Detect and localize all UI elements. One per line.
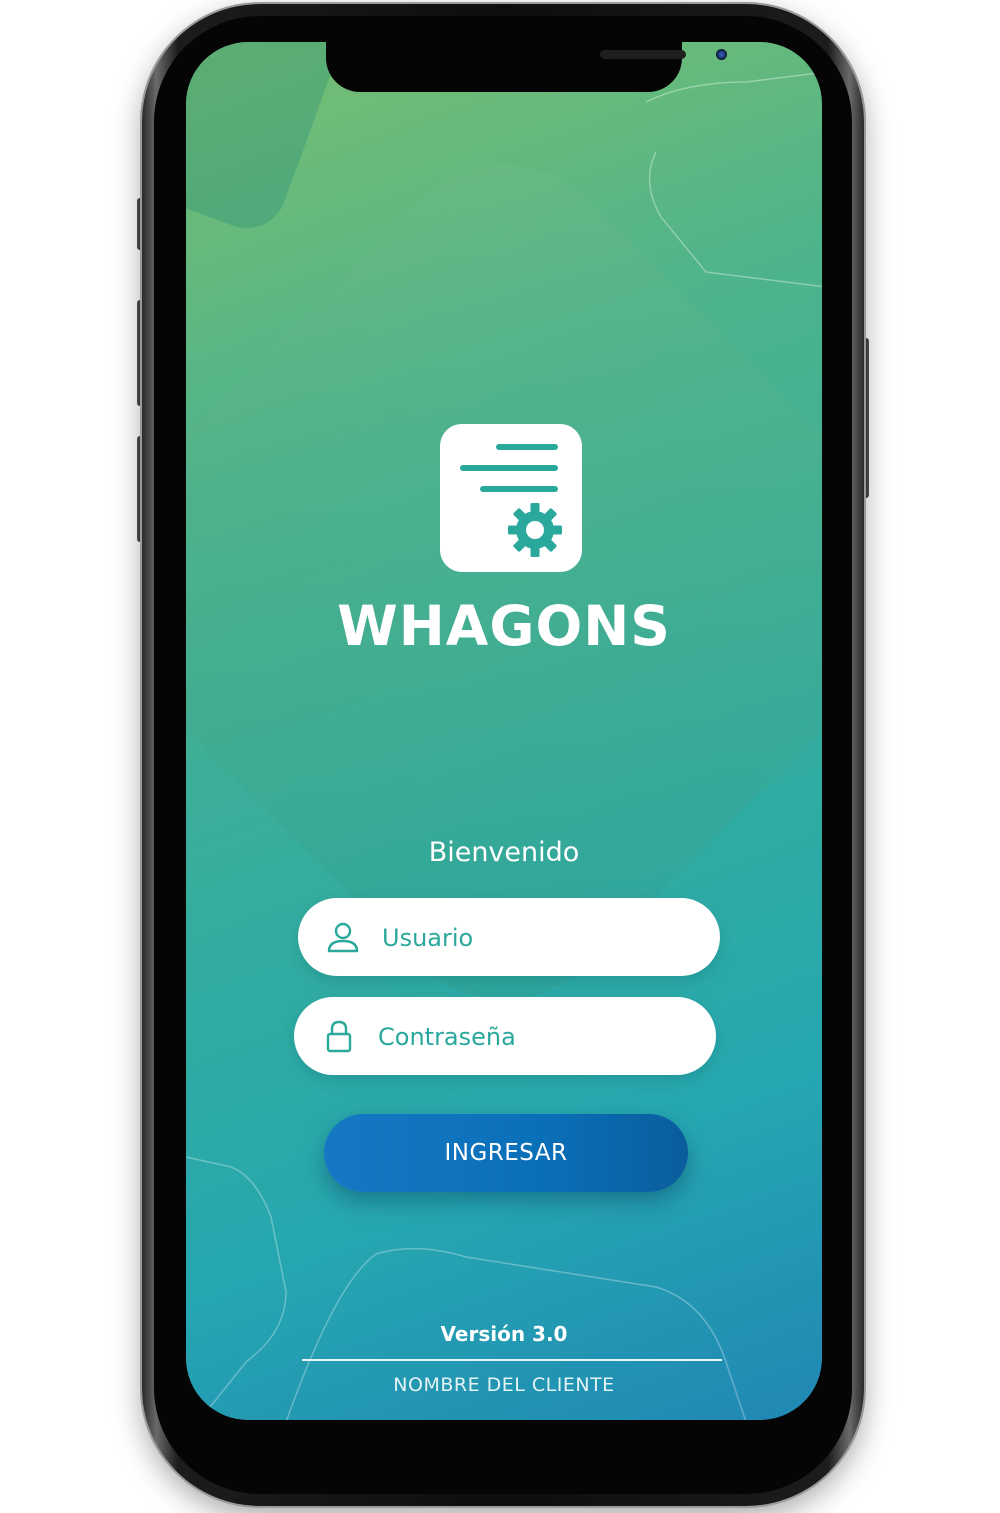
app-screen: WHAGONS Bienvenido INGRESAR Versión 3.0 …: [186, 42, 822, 1420]
background-lines: [186, 71, 822, 1420]
login-button[interactable]: INGRESAR: [324, 1114, 688, 1192]
app-name: WHAGONS: [337, 594, 671, 658]
document-settings-icon: [460, 444, 562, 557]
front-camera: [716, 49, 727, 60]
notch: [326, 42, 727, 92]
earpiece-speaker: [600, 50, 686, 59]
client-name: NOMBRE DEL CLIENTE: [393, 1374, 615, 1396]
lock-icon: [326, 1020, 352, 1053]
password-field[interactable]: [294, 997, 716, 1077]
footer-divider: [302, 1359, 722, 1361]
password-input[interactable]: [376, 997, 700, 1077]
username-field[interactable]: [298, 898, 720, 978]
username-input[interactable]: [380, 898, 704, 978]
user-icon: [327, 922, 359, 953]
app-logo: [440, 424, 582, 572]
version-label: Versión 3.0: [440, 1322, 568, 1346]
welcome-text: Bienvenido: [428, 837, 580, 868]
